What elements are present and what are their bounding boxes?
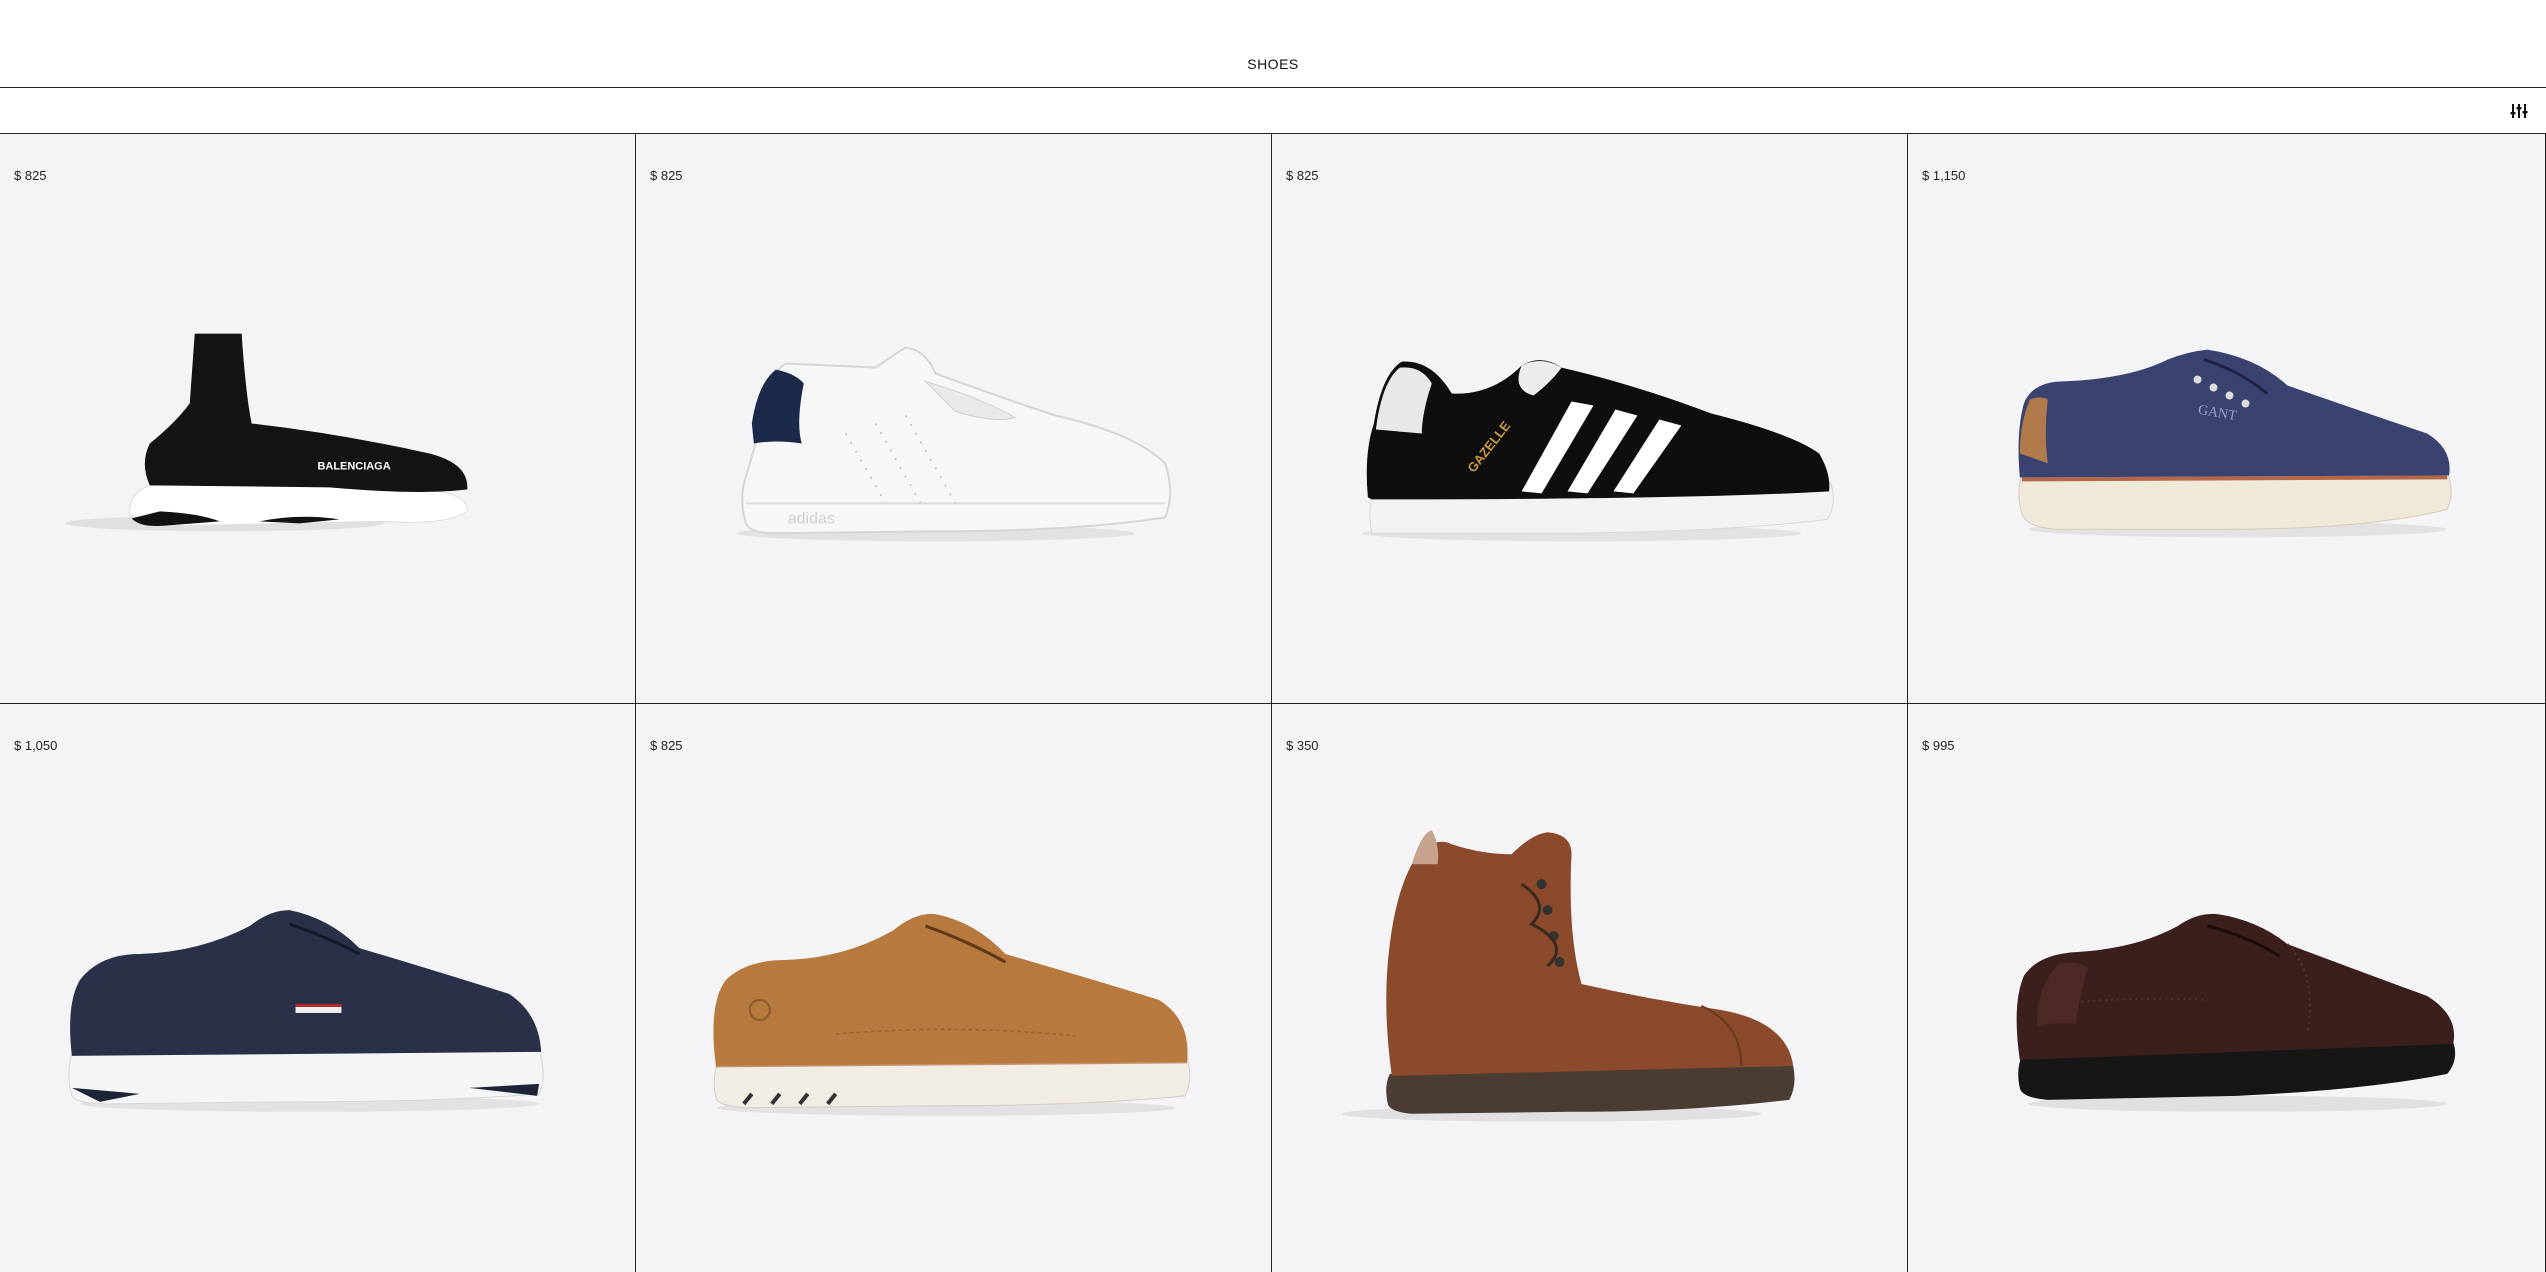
product-card[interactable]: $ 350 xyxy=(1272,704,1908,1272)
product-card[interactable]: $ 825 adidas xyxy=(636,134,1272,704)
site-header: SHOES xyxy=(0,0,2546,88)
derby-shoe-icon xyxy=(713,913,1191,1116)
filter-toolbar xyxy=(0,88,2546,134)
canvas-sneaker-icon: GANT xyxy=(2018,349,2452,538)
brand-mark: adidas xyxy=(788,510,835,527)
product-card[interactable]: $ 825 xyxy=(636,704,1272,1272)
lace-boot-icon xyxy=(1341,830,1795,1122)
product-card[interactable]: $ 995 xyxy=(1908,704,2546,1272)
white-sneaker-icon: adidas xyxy=(735,346,1172,542)
product-card[interactable]: $ 1,050 xyxy=(0,704,636,1272)
page-title: SHOES xyxy=(1247,56,1299,72)
product-grid: $ 825 BALENCIAGA $ 825 adidas $ 825 GAZE… xyxy=(0,134,2546,1272)
sock-sneaker-icon: BALENCIAGA xyxy=(64,333,468,532)
filter-button[interactable] xyxy=(2506,98,2532,124)
leather-sneaker-icon xyxy=(68,910,544,1112)
suede-sneaker-icon: GAZELLE xyxy=(1361,360,1834,542)
brogue-shoe-icon xyxy=(2016,913,2456,1112)
sliders-icon xyxy=(2510,104,2528,118)
product-card[interactable]: $ 825 GAZELLE xyxy=(1272,134,1908,704)
product-card[interactable]: $ 1,150 GANT xyxy=(1908,134,2546,704)
brand-mark: BALENCIAGA xyxy=(318,460,391,472)
product-card[interactable]: $ 825 BALENCIAGA xyxy=(0,134,636,704)
